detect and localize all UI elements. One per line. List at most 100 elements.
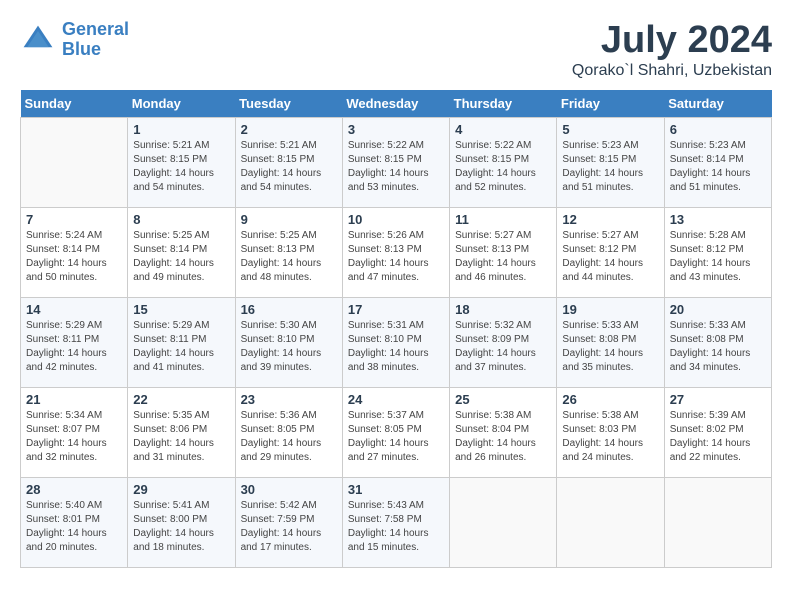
calendar-week-3: 14 Sunrise: 5:29 AM Sunset: 8:11 PM Dayli… — [21, 297, 772, 387]
calendar-cell: 5 Sunrise: 5:23 AM Sunset: 8:15 PM Daylig… — [557, 117, 664, 207]
day-number: 18 — [455, 302, 551, 317]
calendar-cell: 27 Sunrise: 5:39 AM Sunset: 8:02 PM Dayli… — [664, 387, 771, 477]
calendar-title: July 2024 — [572, 20, 772, 62]
calendar-cell: 7 Sunrise: 5:24 AM Sunset: 8:14 PM Daylig… — [21, 207, 128, 297]
day-info: Sunrise: 5:21 AM Sunset: 8:15 PM Dayligh… — [241, 139, 337, 195]
day-number: 1 — [133, 122, 229, 137]
calendar-cell: 14 Sunrise: 5:29 AM Sunset: 8:11 PM Dayli… — [21, 297, 128, 387]
day-number: 10 — [348, 212, 444, 227]
calendar-cell: 21 Sunrise: 5:34 AM Sunset: 8:07 PM Dayli… — [21, 387, 128, 477]
day-number: 15 — [133, 302, 229, 317]
day-number: 27 — [670, 392, 766, 407]
calendar-week-2: 7 Sunrise: 5:24 AM Sunset: 8:14 PM Daylig… — [21, 207, 772, 297]
day-number: 4 — [455, 122, 551, 137]
calendar-table: Sunday Monday Tuesday Wednesday Thursday… — [20, 90, 772, 568]
day-number: 8 — [133, 212, 229, 227]
day-info: Sunrise: 5:42 AM Sunset: 7:59 PM Dayligh… — [241, 499, 337, 555]
day-info: Sunrise: 5:32 AM Sunset: 8:09 PM Dayligh… — [455, 319, 551, 375]
col-wednesday: Wednesday — [342, 90, 449, 118]
day-number: 20 — [670, 302, 766, 317]
day-number: 7 — [26, 212, 122, 227]
logo-blue: Blue — [62, 39, 101, 59]
calendar-cell: 12 Sunrise: 5:27 AM Sunset: 8:12 PM Dayli… — [557, 207, 664, 297]
calendar-week-4: 21 Sunrise: 5:34 AM Sunset: 8:07 PM Dayli… — [21, 387, 772, 477]
calendar-cell — [450, 477, 557, 567]
calendar-cell: 31Sunrise: 5:43 AM Sunset: 7:58 PM Dayli… — [342, 477, 449, 567]
calendar-cell: 10 Sunrise: 5:26 AM Sunset: 8:13 PM Dayli… — [342, 207, 449, 297]
col-tuesday: Tuesday — [235, 90, 342, 118]
day-number: 11 — [455, 212, 551, 227]
calendar-cell: 19 Sunrise: 5:33 AM Sunset: 8:08 PM Dayli… — [557, 297, 664, 387]
logo-text: General Blue — [62, 20, 129, 60]
day-number: 2 — [241, 122, 337, 137]
calendar-cell: 20 Sunrise: 5:33 AM Sunset: 8:08 PM Dayli… — [664, 297, 771, 387]
logo-general: General — [62, 19, 129, 39]
title-area: July 2024 Qorako`l Shahri, Uzbekistan — [572, 20, 772, 80]
day-info: Sunrise: 5:22 AM Sunset: 8:15 PM Dayligh… — [455, 139, 551, 195]
calendar-cell: 26Sunrise: 5:38 AM Sunset: 8:03 PM Dayli… — [557, 387, 664, 477]
day-number: 16 — [241, 302, 337, 317]
calendar-cell: 17Sunrise: 5:31 AM Sunset: 8:10 PM Dayli… — [342, 297, 449, 387]
day-number: 28 — [26, 482, 122, 497]
day-number: 26 — [562, 392, 658, 407]
day-number: 21 — [26, 392, 122, 407]
day-info: Sunrise: 5:25 AM Sunset: 8:14 PM Dayligh… — [133, 229, 229, 285]
day-info: Sunrise: 5:33 AM Sunset: 8:08 PM Dayligh… — [562, 319, 658, 375]
calendar-cell: 29Sunrise: 5:41 AM Sunset: 8:00 PM Dayli… — [128, 477, 235, 567]
day-info: Sunrise: 5:39 AM Sunset: 8:02 PM Dayligh… — [670, 409, 766, 465]
calendar-cell — [21, 117, 128, 207]
calendar-cell: 6Sunrise: 5:23 AM Sunset: 8:14 PM Daylig… — [664, 117, 771, 207]
calendar-cell: 4 Sunrise: 5:22 AM Sunset: 8:15 PM Daylig… — [450, 117, 557, 207]
day-number: 3 — [348, 122, 444, 137]
calendar-location: Qorako`l Shahri, Uzbekistan — [572, 62, 772, 80]
day-info: Sunrise: 5:34 AM Sunset: 8:07 PM Dayligh… — [26, 409, 122, 465]
day-info: Sunrise: 5:26 AM Sunset: 8:13 PM Dayligh… — [348, 229, 444, 285]
day-info: Sunrise: 5:33 AM Sunset: 8:08 PM Dayligh… — [670, 319, 766, 375]
col-monday: Monday — [128, 90, 235, 118]
calendar-cell: 23Sunrise: 5:36 AM Sunset: 8:05 PM Dayli… — [235, 387, 342, 477]
calendar-cell: 24 Sunrise: 5:37 AM Sunset: 8:05 PM Dayli… — [342, 387, 449, 477]
day-info: Sunrise: 5:27 AM Sunset: 8:12 PM Dayligh… — [562, 229, 658, 285]
logo-icon — [20, 22, 56, 58]
day-info: Sunrise: 5:38 AM Sunset: 8:04 PM Dayligh… — [455, 409, 551, 465]
day-number: 17 — [348, 302, 444, 317]
calendar-cell: 18 Sunrise: 5:32 AM Sunset: 8:09 PM Dayli… — [450, 297, 557, 387]
day-info: Sunrise: 5:27 AM Sunset: 8:13 PM Dayligh… — [455, 229, 551, 285]
calendar-cell — [664, 477, 771, 567]
col-thursday: Thursday — [450, 90, 557, 118]
day-number: 19 — [562, 302, 658, 317]
calendar-cell: 30Sunrise: 5:42 AM Sunset: 7:59 PM Dayli… — [235, 477, 342, 567]
calendar-cell: 28 Sunrise: 5:40 AM Sunset: 8:01 PM Dayli… — [21, 477, 128, 567]
day-info: Sunrise: 5:29 AM Sunset: 8:11 PM Dayligh… — [133, 319, 229, 375]
calendar-cell: 11 Sunrise: 5:27 AM Sunset: 8:13 PM Dayli… — [450, 207, 557, 297]
day-number: 5 — [562, 122, 658, 137]
day-number: 22 — [133, 392, 229, 407]
calendar-header: Sunday Monday Tuesday Wednesday Thursday… — [21, 90, 772, 118]
day-number: 29 — [133, 482, 229, 497]
day-info: Sunrise: 5:40 AM Sunset: 8:01 PM Dayligh… — [26, 499, 122, 555]
calendar-cell — [557, 477, 664, 567]
day-info: Sunrise: 5:43 AM Sunset: 7:58 PM Dayligh… — [348, 499, 444, 555]
calendar-cell: 15 Sunrise: 5:29 AM Sunset: 8:11 PM Dayli… — [128, 297, 235, 387]
header-row: Sunday Monday Tuesday Wednesday Thursday… — [21, 90, 772, 118]
day-info: Sunrise: 5:37 AM Sunset: 8:05 PM Dayligh… — [348, 409, 444, 465]
calendar-week-1: 1 Sunrise: 5:21 AM Sunset: 8:15 PM Daylig… — [21, 117, 772, 207]
day-number: 14 — [26, 302, 122, 317]
calendar-body: 1 Sunrise: 5:21 AM Sunset: 8:15 PM Daylig… — [21, 117, 772, 567]
calendar-cell: 22Sunrise: 5:35 AM Sunset: 8:06 PM Dayli… — [128, 387, 235, 477]
day-info: Sunrise: 5:21 AM Sunset: 8:15 PM Dayligh… — [133, 139, 229, 195]
calendar-cell: 16Sunrise: 5:30 AM Sunset: 8:10 PM Dayli… — [235, 297, 342, 387]
day-number: 9 — [241, 212, 337, 227]
calendar-cell: 1 Sunrise: 5:21 AM Sunset: 8:15 PM Daylig… — [128, 117, 235, 207]
day-info: Sunrise: 5:36 AM Sunset: 8:05 PM Dayligh… — [241, 409, 337, 465]
day-info: Sunrise: 5:22 AM Sunset: 8:15 PM Dayligh… — [348, 139, 444, 195]
day-number: 13 — [670, 212, 766, 227]
day-number: 24 — [348, 392, 444, 407]
day-info: Sunrise: 5:23 AM Sunset: 8:15 PM Dayligh… — [562, 139, 658, 195]
day-info: Sunrise: 5:23 AM Sunset: 8:14 PM Dayligh… — [670, 139, 766, 195]
day-number: 25 — [455, 392, 551, 407]
day-info: Sunrise: 5:29 AM Sunset: 8:11 PM Dayligh… — [26, 319, 122, 375]
day-number: 12 — [562, 212, 658, 227]
logo: General Blue — [20, 20, 129, 60]
day-info: Sunrise: 5:24 AM Sunset: 8:14 PM Dayligh… — [26, 229, 122, 285]
